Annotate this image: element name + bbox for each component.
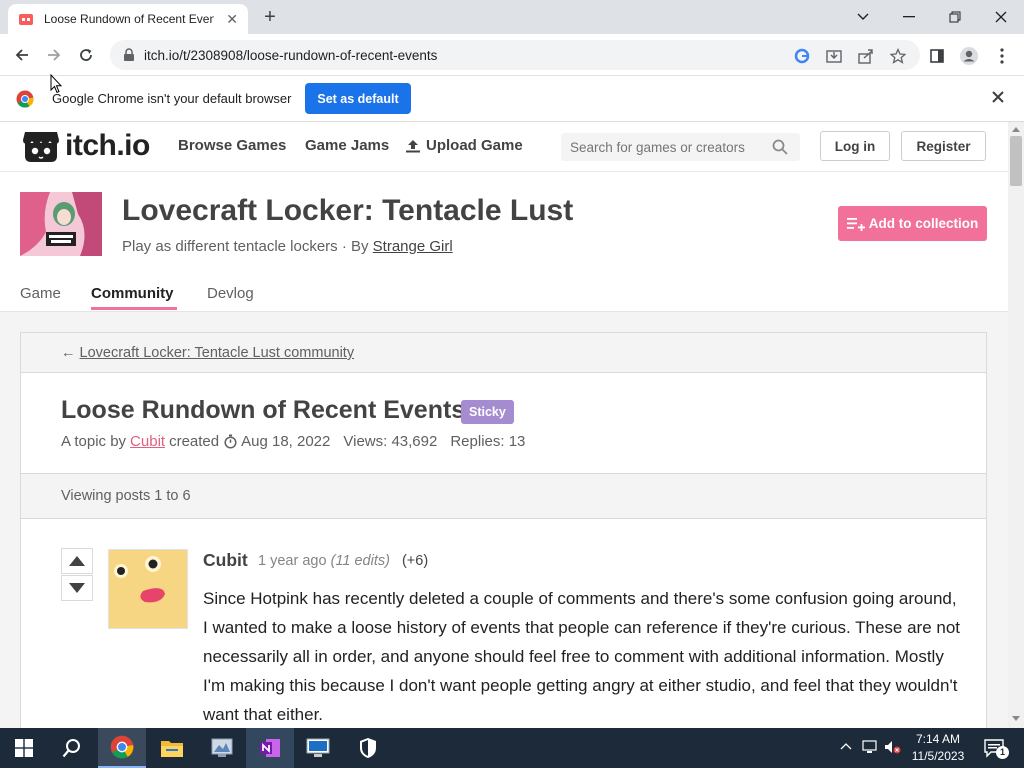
topic-prefix: A topic by: [61, 433, 127, 450]
reload-button[interactable]: [73, 42, 99, 68]
tab-devlog[interactable]: Devlog: [207, 285, 254, 302]
tab-community[interactable]: Community: [91, 285, 174, 302]
close-infobar-icon[interactable]: [992, 91, 1004, 103]
topic-created-word: created: [169, 433, 220, 450]
nav-game-jams[interactable]: Game Jams: [305, 137, 389, 154]
forward-button[interactable]: [41, 42, 67, 68]
post-meta: 1 year ago (11 edits) (+6): [258, 553, 428, 569]
url-text: itch.io/t/2308908/loose-rundown-of-recen…: [144, 47, 438, 63]
profile-avatar-icon[interactable]: [959, 46, 979, 66]
show-hidden-icons-icon[interactable]: [840, 742, 852, 750]
close-window-button[interactable]: [978, 0, 1024, 34]
topic-views: Views: 43,692: [343, 433, 438, 450]
back-arrow-icon: ←: [61, 345, 76, 361]
minimize-button[interactable]: [886, 0, 932, 34]
game-title[interactable]: Lovecraft Locker: Tentacle Lust: [122, 194, 573, 228]
add-to-collection-button[interactable]: Add to collection: [838, 206, 987, 241]
chrome-taskbar-icon[interactable]: [98, 728, 146, 768]
game-author-link[interactable]: Strange Girl: [373, 238, 453, 255]
nav-upload-game[interactable]: Upload Game: [426, 137, 523, 154]
onenote-taskbar-icon[interactable]: [246, 728, 294, 768]
side-panel-icon[interactable]: [927, 46, 947, 66]
topic-title: Loose Rundown of Recent Events: [61, 396, 466, 424]
post-body: Since Hotpink has recently deleted a cou…: [203, 589, 961, 724]
tab-title: Loose Rundown of Recent Events: [44, 12, 214, 26]
stopwatch-icon: [224, 434, 237, 449]
scroll-up-arrow-icon[interactable]: [1012, 127, 1020, 132]
downvote-button[interactable]: [61, 575, 93, 601]
topic-author-link[interactable]: Cubit: [130, 433, 165, 450]
post-edits: (11 edits): [330, 553, 390, 569]
install-app-icon[interactable]: [824, 46, 844, 66]
itch-logo-icon[interactable]: [22, 130, 60, 164]
notification-count: 1: [996, 746, 1009, 759]
add-to-collection-label: Add to collection: [868, 216, 979, 231]
chrome-logo-icon: [16, 90, 34, 108]
back-button[interactable]: [9, 42, 35, 68]
restore-button[interactable]: [932, 0, 978, 34]
network-icon[interactable]: [862, 740, 880, 754]
sticky-badge: Sticky: [461, 400, 514, 424]
new-tab-button[interactable]: +: [258, 6, 282, 30]
bookmark-star-icon[interactable]: [888, 46, 908, 66]
tab-search-button[interactable]: [840, 0, 886, 34]
itch-favicon-icon: [18, 11, 34, 27]
google-lens-icon[interactable]: [792, 46, 812, 66]
community-back-link[interactable]: Lovecraft Locker: Tentacle Lust communit…: [80, 345, 355, 361]
post-score: (+6): [401, 553, 429, 569]
infobar-message: Google Chrome isn't your default browser: [52, 91, 292, 106]
set-as-default-button[interactable]: Set as default: [305, 83, 411, 114]
start-button[interactable]: [0, 728, 48, 768]
game-tagline: Play as different tentacle lockers · By …: [122, 238, 453, 255]
add-list-icon: [846, 217, 865, 231]
login-button[interactable]: Log in: [820, 131, 890, 161]
search-box[interactable]: [561, 133, 800, 161]
close-tab-icon[interactable]: ✕: [226, 11, 238, 28]
topic-replies: Replies: 13: [450, 433, 526, 450]
upvote-button[interactable]: [61, 548, 93, 574]
security-shield-taskbar-icon[interactable]: [344, 728, 392, 768]
page-scrollbar[interactable]: [1008, 122, 1024, 728]
avatar[interactable]: [108, 549, 188, 629]
taskbar-date: 11/5/2023: [911, 749, 965, 763]
scroll-down-arrow-icon[interactable]: [1012, 716, 1020, 721]
file-explorer-taskbar-icon[interactable]: [148, 728, 196, 768]
share-icon[interactable]: [856, 46, 876, 66]
scrollbar-thumb[interactable]: [1010, 136, 1022, 186]
site-logo-text[interactable]: itch.io: [65, 129, 150, 163]
topic-date: Aug 18, 2022: [241, 433, 331, 450]
register-button[interactable]: Register: [901, 131, 986, 161]
lock-icon[interactable]: [122, 48, 136, 62]
game-tagline-text: Play as different tentacle lockers · By: [122, 238, 373, 255]
active-tab-underline: [91, 307, 177, 310]
default-browser-infobar: Google Chrome isn't your default browser: [0, 76, 1024, 122]
viewing-posts-text: Viewing posts 1 to 6: [61, 488, 191, 504]
game-cover-image[interactable]: [20, 192, 102, 256]
upload-icon: [405, 139, 421, 153]
volume-muted-icon[interactable]: [884, 740, 902, 754]
control-panel-taskbar-icon[interactable]: [198, 728, 246, 768]
chrome-menu-icon[interactable]: [992, 46, 1012, 66]
nav-browse-games[interactable]: Browse Games: [178, 137, 286, 154]
breadcrumb: ← Lovecraft Locker: Tentacle Lust commun…: [61, 345, 354, 361]
browser-tab[interactable]: Loose Rundown of Recent Events ✕: [8, 4, 248, 34]
mouse-cursor-icon: [50, 74, 62, 94]
search-input[interactable]: [570, 139, 770, 155]
search-icon[interactable]: [772, 139, 788, 155]
taskbar-clock[interactable]: 7:14 AM 11/5/2023: [905, 731, 971, 765]
search-taskbar-icon[interactable]: [48, 728, 96, 768]
taskbar-time: 7:14 AM: [915, 732, 961, 746]
tab-game[interactable]: Game: [20, 285, 61, 302]
remote-desktop-taskbar-icon[interactable]: [294, 728, 342, 768]
topic-meta: A topic by Cubit created Aug 18, 2022 Vi…: [61, 433, 525, 450]
post-age[interactable]: 1 year ago: [258, 553, 327, 569]
notification-center-icon[interactable]: 1: [983, 737, 1009, 759]
post-author[interactable]: Cubit: [203, 550, 248, 571]
